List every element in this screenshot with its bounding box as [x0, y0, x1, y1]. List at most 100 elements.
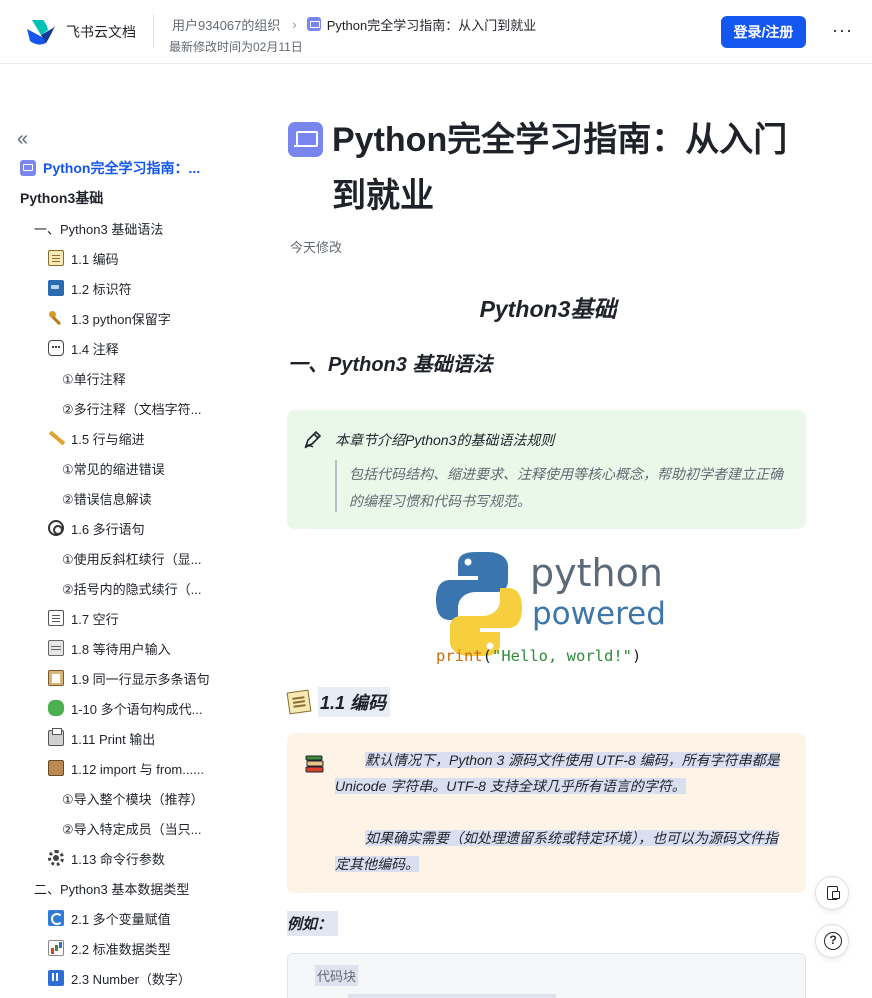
- login-register-button[interactable]: 登录/注册: [721, 16, 806, 48]
- toc-item-label: 1.8 等待用户输入: [71, 641, 171, 657]
- toc-item-label: ②多行注释（文档字符...: [62, 401, 202, 417]
- toc-item-label: 1.12 import 与 from......: [71, 761, 204, 777]
- toc-item[interactable]: ①常见的缩进错误: [62, 453, 245, 483]
- breadcrumb: 用户934067的组织 › Python完全学习指南：从入门到就业: [172, 14, 536, 34]
- document-title[interactable]: Python完全学习指南：从入门到就业: [332, 112, 812, 224]
- quote-bar: [335, 460, 337, 512]
- callout-quote: 包括代码结构、缩进要求、注释使用等核心概念，帮助初学者建立正确的编程习惯和代码书…: [349, 466, 783, 509]
- toc-item-label: 2.2 标准数据类型: [71, 941, 171, 957]
- ruler-icon: [48, 430, 64, 446]
- logo-word-python: python: [530, 551, 663, 595]
- speech-bubble-icon: [48, 340, 64, 356]
- toc-item[interactable]: ①使用反斜杠续行（显...: [62, 543, 245, 573]
- keyboard-icon: [48, 640, 64, 656]
- toc-item[interactable]: 1.13 命令行参数: [48, 843, 245, 873]
- encoding-paragraph-1: 默认情况下，Python 3 源码文件使用 UTF-8 编码，所有字符串都是 U…: [335, 752, 780, 794]
- python-powered-logo-image[interactable]: python powered print("Hello, world!"): [436, 548, 666, 670]
- toc-item-label: ①常见的缩进错误: [62, 461, 165, 477]
- toc-item-label: 1.2 标识符: [71, 281, 132, 297]
- toc-item[interactable]: 二、Python3 基本数据类型: [34, 873, 245, 903]
- feishu-logo-icon[interactable]: [24, 17, 56, 47]
- toc-item-label: 二、Python3 基本数据类型: [34, 881, 190, 897]
- page-icon: [48, 610, 64, 626]
- toc-item[interactable]: 2.1 多个变量赋值: [48, 903, 245, 933]
- chevron-right-icon: ›: [292, 16, 297, 32]
- toc-item[interactable]: ②括号内的隐式续行（...: [62, 573, 245, 603]
- toc-item-label: 1.4 注释: [71, 341, 119, 357]
- code-block[interactable]: 代码块: [287, 953, 806, 998]
- toc-item[interactable]: 1.6 多行语句: [48, 513, 245, 543]
- toc-item-label: ①单行注释: [62, 371, 126, 387]
- toc-item[interactable]: 1-10 多个语句构成代...: [48, 693, 245, 723]
- last-modified-text: 最新修改时间为02月11日: [169, 40, 303, 54]
- logo-word-powered: powered: [532, 596, 666, 632]
- heading-encoding: 1.1 编码: [286, 687, 391, 717]
- toc-item[interactable]: 1.11 Print 输出: [48, 723, 245, 753]
- toc-item[interactable]: 1.5 行与缩进: [48, 423, 245, 453]
- toc-item[interactable]: 2.2 标准数据类型: [48, 933, 245, 963]
- brand-name[interactable]: 飞书云文档: [66, 22, 136, 42]
- toc-item[interactable]: 1.1 编码: [48, 243, 245, 273]
- toc-item[interactable]: 1.9 同一行显示多条语句: [48, 663, 245, 693]
- paperclip-icon: [48, 520, 64, 536]
- hello-world-code-caption: print("Hello, world!"): [436, 647, 641, 665]
- code-block-label: 代码块: [315, 965, 359, 986]
- printer-icon: [48, 728, 64, 746]
- toc-item-label: ②错误信息解读: [62, 491, 152, 507]
- toc-item-label: 1.5 行与缩进: [71, 431, 145, 447]
- toc-item[interactable]: Python完全学习指南：...: [20, 153, 245, 183]
- toc-item[interactable]: 1.4 注释: [48, 333, 245, 363]
- toc-item[interactable]: 1.7 空行: [48, 603, 245, 633]
- toc-item[interactable]: ②错误信息解读: [62, 483, 245, 513]
- toc-item[interactable]: Python3基础: [20, 183, 245, 213]
- copy-doc-icon[interactable]: [815, 876, 849, 910]
- toc-item[interactable]: 一、Python3 基础语法: [34, 213, 245, 243]
- key-icon: [48, 310, 64, 326]
- breadcrumb-doc-title[interactable]: Python完全学习指南：从入门到就业: [327, 15, 536, 34]
- callout-title: 本章节介绍Python3的基础语法规则: [335, 432, 555, 448]
- toc-item[interactable]: 1.12 import 与 from......: [48, 753, 245, 783]
- toc-item-label: 1.11 Print 输出: [71, 731, 156, 747]
- toc-item[interactable]: ①导入整个模块（推荐）: [62, 783, 245, 813]
- toc-item-label: ①使用反斜杠续行（显...: [62, 551, 202, 567]
- toc-item-label: 一、Python3 基础语法: [34, 221, 164, 237]
- heading-python3-basics: Python3基础: [479, 296, 617, 322]
- heading-encoding-text: 1.1 编码: [318, 687, 391, 717]
- collapse-sidebar-icon[interactable]: «: [17, 128, 28, 151]
- toc-item-label: Python3基础: [20, 190, 104, 206]
- doc-icon: [288, 122, 323, 157]
- toc-item-label: Python完全学习指南：...: [43, 160, 201, 176]
- heading-basic-syntax: 一、Python3 基础语法: [288, 354, 493, 376]
- toc-item[interactable]: ②导入特定成员（当只...: [62, 813, 245, 843]
- code-line-placeholder: [348, 994, 556, 998]
- toc-item-label: ①导入整个模块（推荐）: [62, 791, 204, 807]
- toc-item-label: 1-10 多个语句构成代...: [71, 701, 203, 717]
- breadcrumb-org[interactable]: 用户934067的组织: [172, 15, 280, 34]
- question-mark-icon: ?: [824, 932, 842, 950]
- toc-item[interactable]: 1.2 标识符: [48, 273, 245, 303]
- toc-item-label: 1.13 命令行参数: [71, 851, 165, 867]
- toc-item-label: ②导入特定成员（当只...: [62, 821, 202, 837]
- callout-intro: 本章节介绍Python3的基础语法规则 包括代码结构、缩进要求、注释使用等核心概…: [287, 410, 806, 529]
- toc-item[interactable]: ①单行注释: [62, 363, 245, 393]
- memo-icon: [286, 689, 312, 715]
- doc-icon: [306, 17, 321, 31]
- puzzle-icon: [48, 700, 64, 716]
- numbers-icon: [48, 970, 64, 986]
- toc-item[interactable]: 1.3 python保留字: [48, 303, 245, 333]
- header-divider: [153, 14, 154, 48]
- gear-icon: [48, 850, 64, 866]
- toc-item-label: 1.6 多行语句: [71, 521, 145, 537]
- screen-icon: [48, 280, 64, 296]
- help-button[interactable]: ?: [815, 924, 849, 958]
- clipboard-icon: [48, 670, 64, 686]
- package-icon: [48, 760, 64, 776]
- toc-item[interactable]: ②多行注释（文档字符...: [62, 393, 245, 423]
- pen-icon: [304, 430, 322, 449]
- toc-item[interactable]: 2.3 Number（数字）: [48, 963, 245, 993]
- toc-item-label: 2.1 多个变量赋值: [71, 911, 171, 927]
- bar-chart-icon: [48, 940, 64, 956]
- toc-item[interactable]: 1.8 等待用户输入: [48, 633, 245, 663]
- toc-item-label: 1.7 空行: [71, 611, 119, 627]
- more-options-icon[interactable]: ···: [832, 20, 853, 41]
